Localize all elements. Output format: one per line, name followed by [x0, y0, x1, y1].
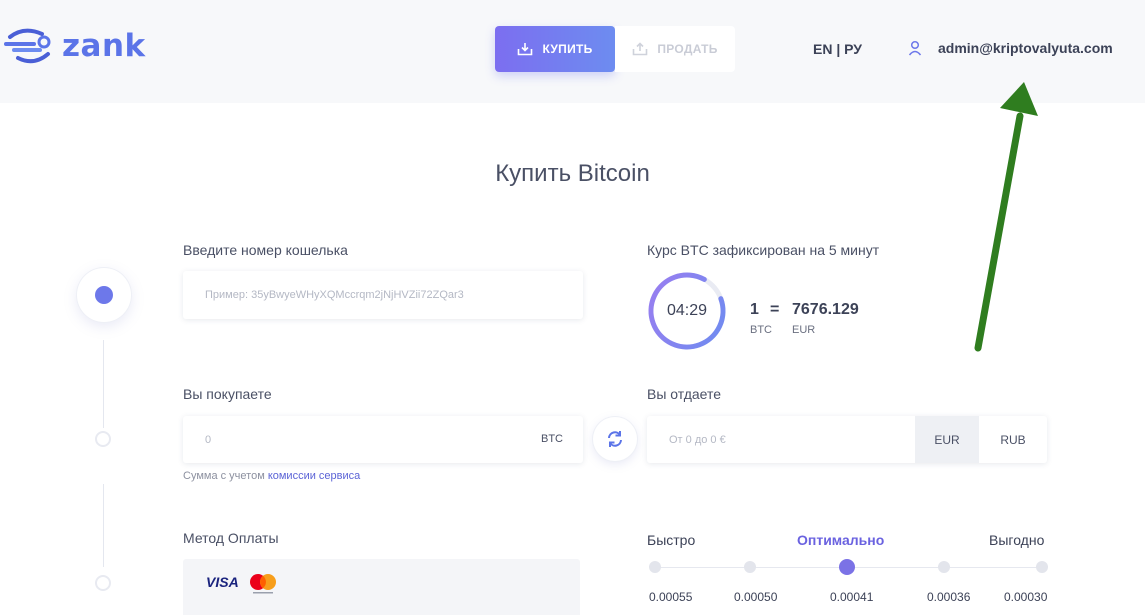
give-amount-label: Вы отдаете: [647, 386, 722, 402]
speed-fast-label[interactable]: Быстро: [647, 532, 695, 548]
buy-tab-label: КУПИТЬ: [542, 42, 593, 56]
lang-en[interactable]: EN: [813, 41, 832, 57]
give-amount-input[interactable]: [647, 416, 915, 463]
timer-value: 04:29: [666, 302, 708, 319]
fee-value: 0.00030: [1004, 590, 1048, 604]
sell-tab-label: ПРОДАТЬ: [657, 42, 718, 56]
fee-value: 0.00055: [649, 590, 693, 604]
fee-value: 0.00041: [830, 590, 874, 604]
buy-amount-label: Вы покупаете: [183, 386, 272, 402]
fee-value: 0.00036: [927, 590, 971, 604]
user-icon: [908, 40, 922, 56]
fee-slider-stop[interactable]: [1036, 561, 1048, 573]
rate-timer: 04:29: [647, 271, 727, 351]
rate-right-currency: EUR: [792, 324, 816, 336]
buy-currency: BTC: [541, 433, 563, 445]
fee-slider-stop[interactable]: [744, 561, 756, 573]
sell-tab-button[interactable]: ПРОДАТЬ: [615, 26, 735, 72]
rate-right-amount: 7676.129: [792, 301, 859, 318]
buy-tab-button[interactable]: КУПИТЬ: [495, 26, 615, 72]
rate-left-currency: BTC: [750, 324, 772, 336]
upload-icon: [632, 42, 648, 56]
wallet-label: Введите номер кошелька: [183, 242, 348, 258]
brand-name: zank: [62, 28, 146, 64]
rate-equals: =: [770, 301, 780, 318]
step-2-dot: [95, 431, 111, 447]
fee-slider-stop[interactable]: [938, 561, 950, 573]
download-icon: [517, 42, 533, 56]
swap-icon: [608, 431, 622, 447]
language-switcher: EN | РУ: [813, 41, 862, 57]
wallet-input[interactable]: [183, 271, 583, 319]
payment-method-label: Метод Оплаты: [183, 530, 279, 546]
rate-left-amount: 1: [750, 301, 759, 318]
commission-link[interactable]: комиссии сервиса: [268, 470, 360, 482]
commission-hint-text: Сумма с учетом: [183, 470, 268, 482]
annotation-arrow-icon: [974, 82, 1038, 352]
logo[interactable]: zank: [4, 28, 146, 64]
currency-eur-option[interactable]: EUR: [915, 416, 979, 463]
step-1-active: [77, 268, 131, 322]
step-connector: [103, 484, 104, 567]
step-connector: [103, 340, 104, 428]
lang-ru[interactable]: РУ: [844, 41, 862, 57]
mastercard-logo-icon: [250, 574, 276, 594]
speed-optimal-label[interactable]: Оптимально: [797, 532, 884, 548]
lang-separator: |: [836, 41, 841, 57]
visa-logo: VISA: [206, 574, 239, 590]
fee-slider-stop-selected[interactable]: [839, 559, 855, 575]
user-email: admin@kriptovalyuta.com: [938, 40, 1113, 56]
zank-logo-icon: [4, 28, 51, 64]
speed-cheap-label[interactable]: Выгодно: [989, 532, 1044, 548]
commission-hint: Сумма с учетом комиссии сервиса: [183, 470, 360, 482]
user-account[interactable]: admin@kriptovalyuta.com: [908, 40, 1113, 56]
currency-rub-option[interactable]: RUB: [979, 416, 1047, 463]
step-3-dot: [95, 575, 111, 591]
swap-button[interactable]: [593, 417, 637, 461]
fee-slider-stop[interactable]: [649, 561, 661, 573]
buy-amount-input[interactable]: [183, 416, 583, 463]
payment-card-option[interactable]: [183, 559, 580, 615]
fee-value: 0.00050: [734, 590, 778, 604]
buy-amount-field: BTC: [183, 416, 583, 463]
wallet-field: [183, 271, 583, 319]
rate-fixed-label: Курс BTC зафиксирован на 5 минут: [647, 242, 880, 258]
